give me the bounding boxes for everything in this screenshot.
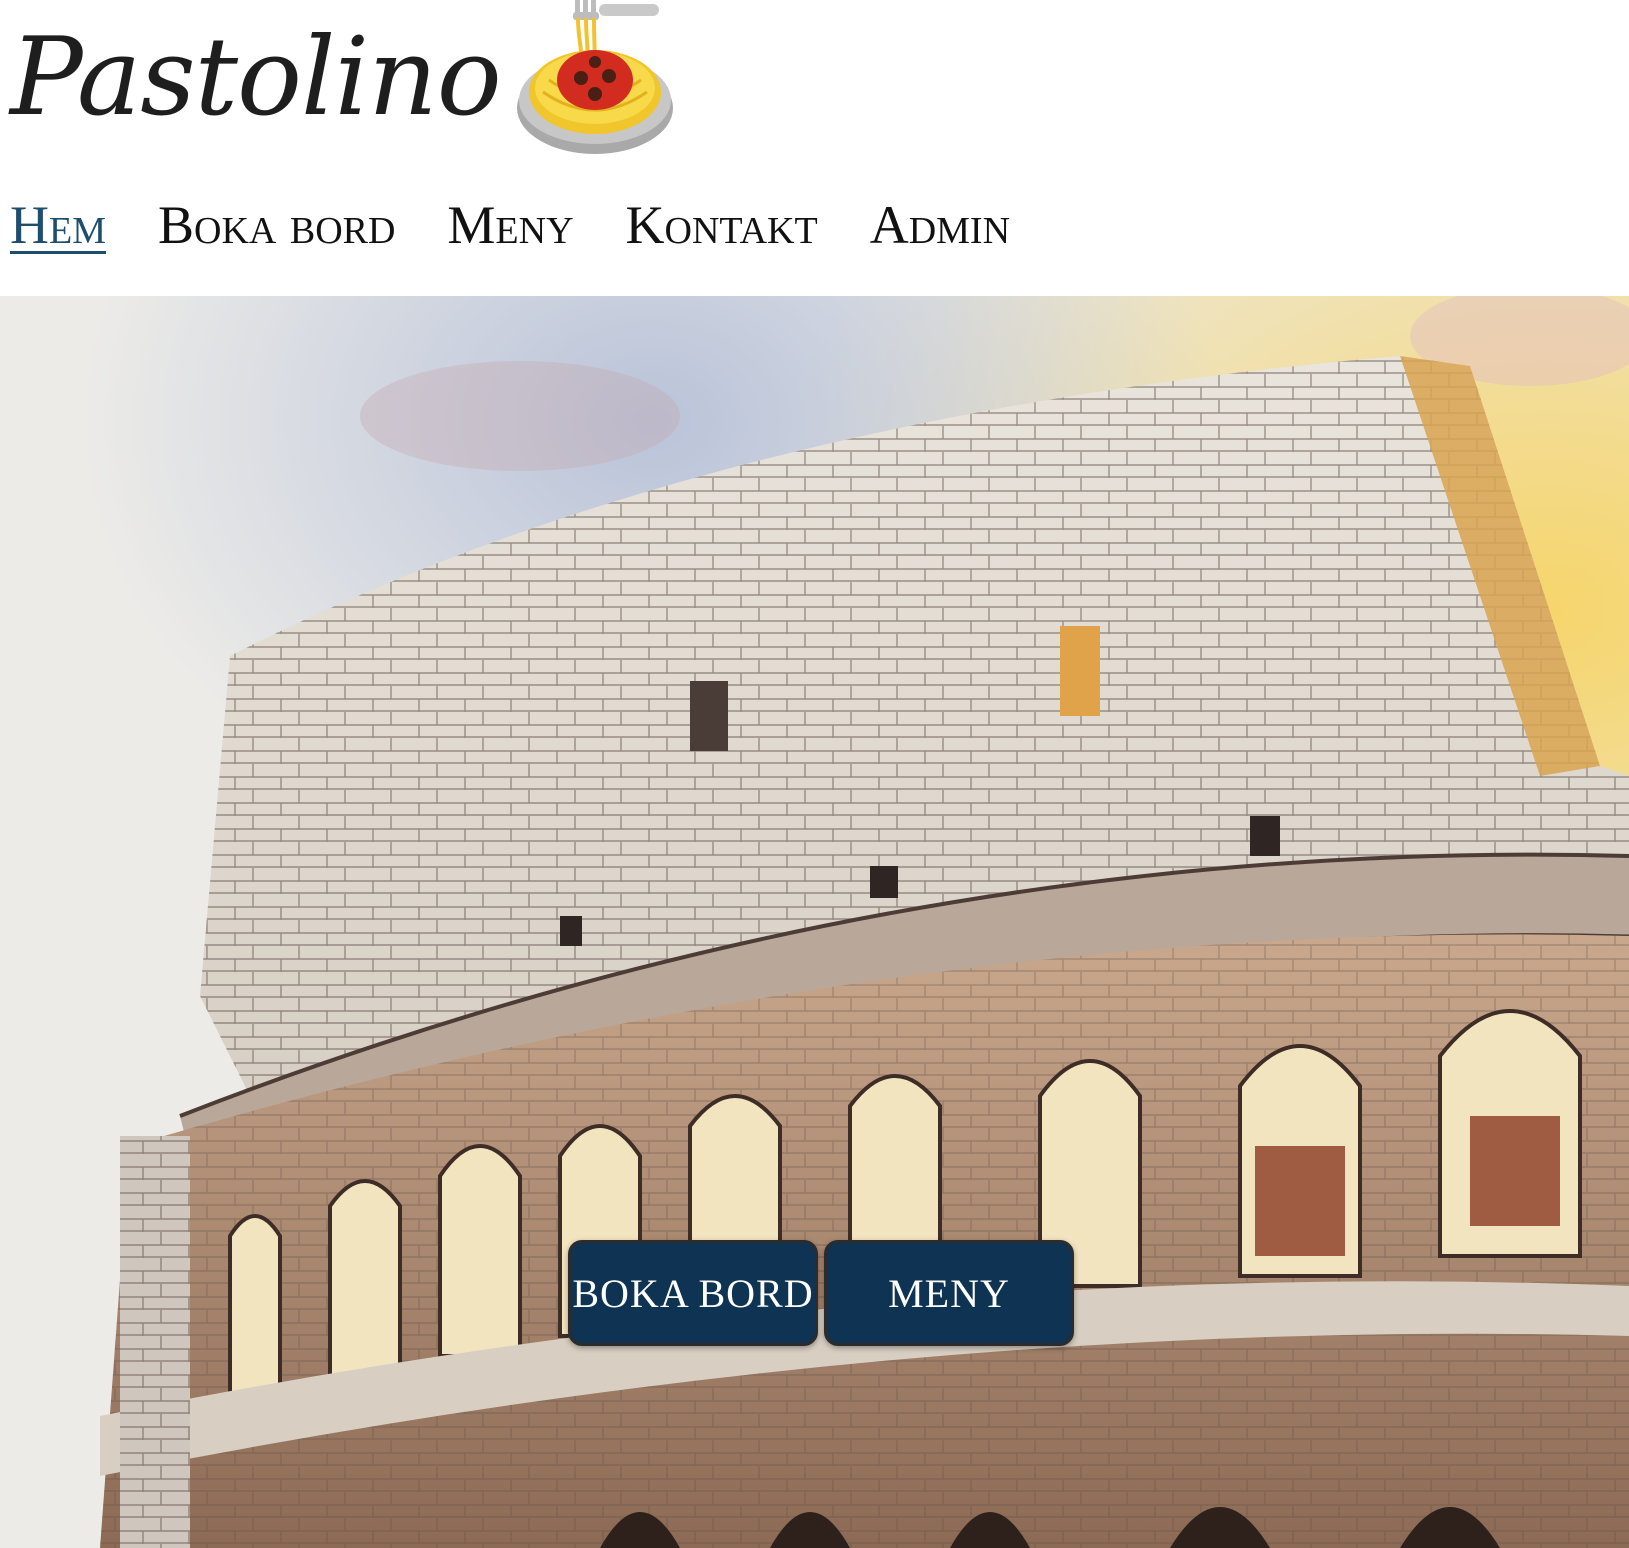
colosseum-image bbox=[0, 296, 1629, 1548]
nav-item-boka-bord[interactable]: Boka bord bbox=[158, 190, 395, 260]
nav-item-admin[interactable]: Admin bbox=[870, 190, 1010, 260]
nav-item-kontakt[interactable]: Kontakt bbox=[626, 190, 818, 260]
nav-item-hem[interactable]: Hem bbox=[10, 190, 106, 260]
main-nav: Hem Boka bord Meny Kontakt Admin bbox=[10, 190, 1010, 260]
hero-buttons: BOKA BORD MENY bbox=[568, 1240, 1074, 1346]
site-header: Pastolino Hem Boka bord Meny Kontakt Adm… bbox=[0, 0, 1629, 296]
brand[interactable]: Pastolino bbox=[10, 0, 710, 160]
menu-button[interactable]: MENY bbox=[824, 1240, 1074, 1346]
spaghetti-bowl-icon bbox=[517, 0, 673, 154]
brand-name: Pastolino bbox=[10, 15, 502, 140]
hero-section: BOKA BORD MENY bbox=[0, 296, 1629, 1548]
book-table-button[interactable]: BOKA BORD bbox=[568, 1240, 818, 1346]
nav-item-meny[interactable]: Meny bbox=[447, 190, 573, 260]
